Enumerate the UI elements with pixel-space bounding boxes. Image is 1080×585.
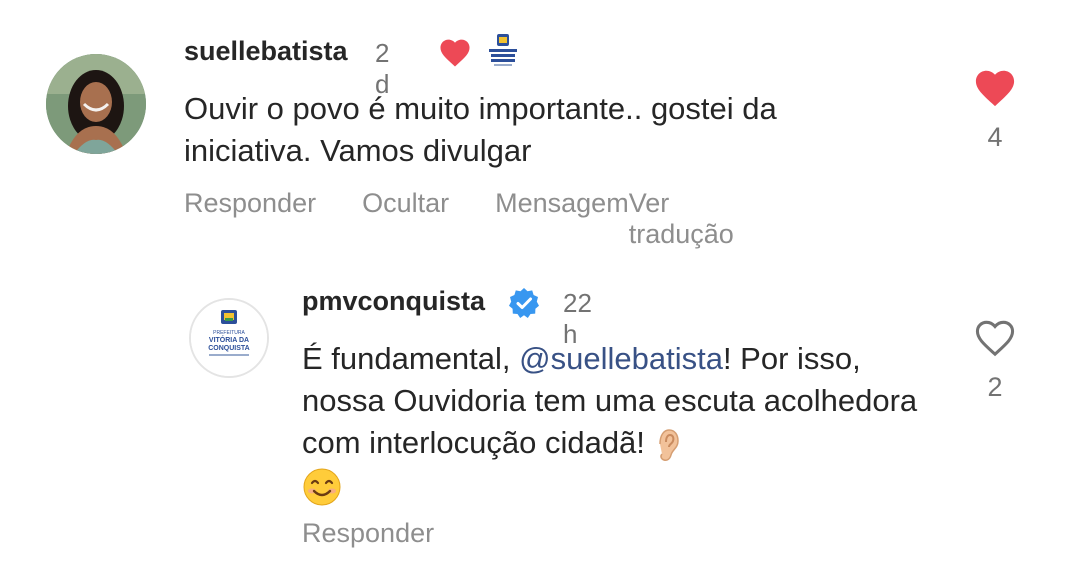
verified-badge-icon <box>509 288 539 318</box>
translate-button[interactable]: Ver tradução <box>629 188 734 250</box>
reply-button[interactable]: Responder <box>302 518 434 548</box>
avatar-line-top: PREFEITURA <box>213 330 245 336</box>
avatar[interactable] <box>46 54 146 154</box>
like-heart-icon[interactable] <box>972 66 1018 108</box>
comment-text: Ouvir o povo é muito importante.. gostei… <box>184 91 777 168</box>
comment-username[interactable]: suellebatista <box>184 36 348 67</box>
smiling-face-emoji-icon <box>303 468 341 506</box>
mention-link[interactable]: @suellebatista <box>519 341 723 376</box>
creator-liked-heart-icon <box>440 39 470 67</box>
hide-button[interactable]: Ocultar <box>362 188 449 250</box>
reply-actions: Responder <box>302 518 434 549</box>
avatar-line-middle-1: VITÓRIA DA <box>209 335 249 344</box>
reply-button[interactable]: Responder <box>184 188 316 250</box>
like-count: 4 <box>987 122 1003 152</box>
ear-emoji-icon <box>658 429 679 461</box>
like-heart-outline-icon[interactable] <box>972 316 1018 358</box>
reply-username[interactable]: pmvconquista <box>302 286 485 317</box>
message-button[interactable]: Mensagem <box>495 188 629 250</box>
reply-text: É fundamental, @suellebatista! Por isso,… <box>302 338 932 507</box>
reply-text-start: É fundamental, <box>302 341 520 376</box>
avatar-line-middle-2: CONQUISTA <box>208 345 249 352</box>
comment-actions: Responder Ocultar Mensagem Ver tradução <box>184 188 734 250</box>
avatar[interactable]: PREFEITURA VITÓRIA DA CONQUISTA <box>189 298 269 378</box>
like-count: 2 <box>987 372 1003 402</box>
creator-avatar-icon <box>486 32 520 68</box>
